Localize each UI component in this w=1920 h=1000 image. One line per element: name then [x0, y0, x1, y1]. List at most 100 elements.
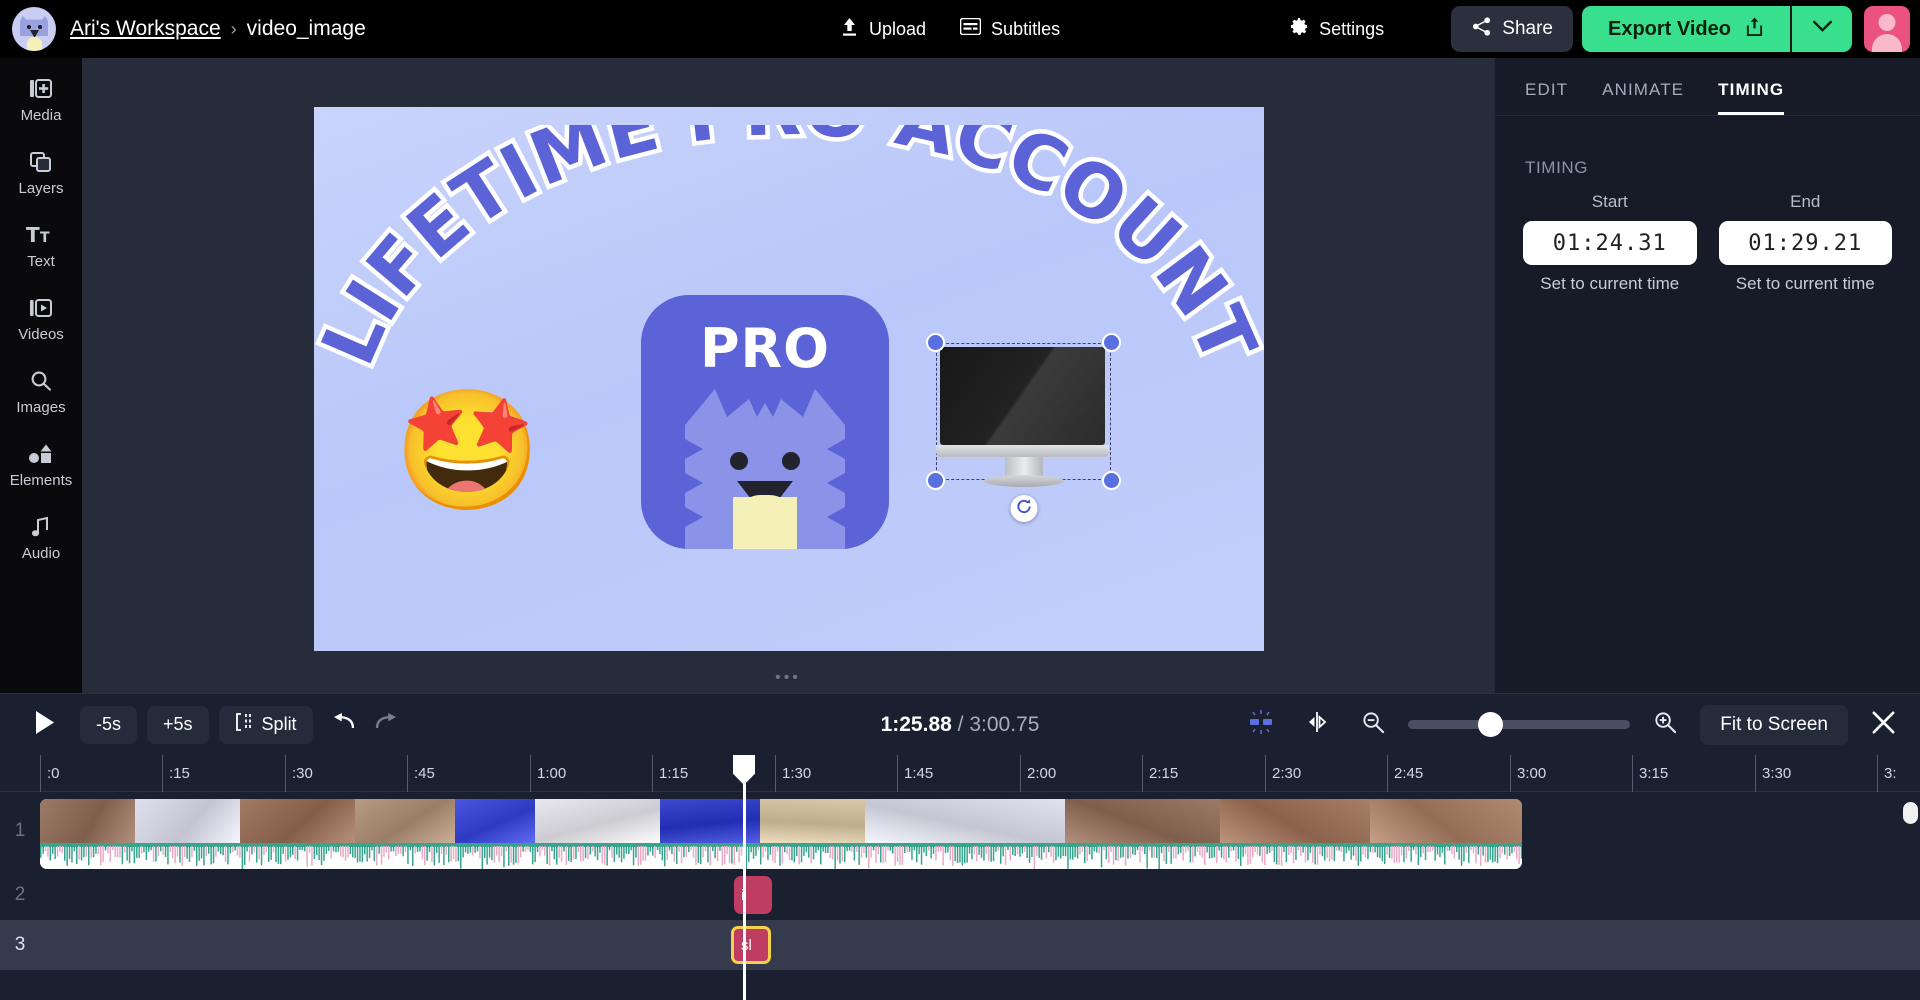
settings-label: Settings: [1319, 19, 1384, 40]
timeline-ruler[interactable]: :0:15:30:451:001:151:301:452:002:152:302…: [0, 755, 1920, 792]
end-set-current-time[interactable]: Set to current time: [1736, 274, 1875, 294]
subtitles-label: Subtitles: [991, 19, 1060, 40]
subtitles-button[interactable]: Subtitles: [948, 9, 1072, 49]
image-clip-track-3-selected[interactable]: sl: [731, 926, 771, 964]
start-set-current-time[interactable]: Set to current time: [1540, 274, 1679, 294]
zoom-out-icon: [1361, 710, 1386, 740]
resize-handle-top-left[interactable]: [926, 333, 945, 352]
ruler-tick: 3:30: [1755, 755, 1791, 792]
svg-text:T: T: [26, 224, 40, 246]
sidebar-label-images: Images: [16, 399, 65, 416]
canvas-stage: LIFETIME PRO ACCOUNT 🤩 PRO: [82, 58, 1494, 693]
timing-fields: Start Set to current time End Set to cur…: [1495, 178, 1920, 294]
clip-thumbnail: [135, 799, 240, 843]
panel-resize-handle[interactable]: •••: [775, 669, 801, 687]
undo-button[interactable]: [323, 704, 365, 746]
share-icon: [1471, 16, 1492, 43]
breadcrumb-workspace-link[interactable]: Ari's Workspace: [70, 17, 221, 41]
sidebar-item-text[interactable]: TT Text: [0, 222, 82, 270]
left-sidebar: Media Layers TT Text Videos Images Eleme…: [0, 58, 82, 693]
sidebar-item-videos[interactable]: Videos: [0, 295, 82, 343]
ruler-tick: 2:00: [1020, 755, 1056, 792]
sidebar-item-layers[interactable]: Layers: [0, 149, 82, 197]
share-button[interactable]: Share: [1451, 6, 1573, 52]
total-duration: 3:00.75: [969, 713, 1039, 736]
ruler-tick: 3:00: [1510, 755, 1546, 792]
close-icon: [1870, 709, 1897, 741]
video-clip-track-1[interactable]: [40, 799, 1522, 869]
upload-button[interactable]: Upload: [828, 9, 938, 49]
chevron-down-icon: [1812, 20, 1833, 38]
sidebar-label-elements: Elements: [10, 472, 73, 489]
pro-badge-card[interactable]: PRO: [641, 295, 889, 549]
sidebar-item-elements[interactable]: Elements: [0, 441, 82, 489]
ruler-tick: 1:15: [652, 755, 688, 792]
sidebar-label-text: Text: [27, 253, 55, 270]
text-clip-track-2[interactable]: i: [734, 876, 772, 914]
split-button[interactable]: Split: [219, 706, 313, 744]
redo-button[interactable]: [365, 704, 407, 746]
forward-5s-button[interactable]: +5s: [147, 706, 209, 744]
close-timeline-button[interactable]: [1862, 704, 1904, 746]
play-button[interactable]: [22, 703, 66, 747]
current-time: 1:25.88: [881, 713, 952, 736]
timing-section-title: TIMING: [1495, 116, 1920, 178]
rewind-5s-button[interactable]: -5s: [80, 706, 137, 744]
resize-handle-bottom-right[interactable]: [1102, 471, 1121, 490]
clip-thumbnail: [660, 799, 760, 843]
sidebar-label-media: Media: [21, 107, 62, 124]
brand-breadcrumb-group: Ari's Workspace › video_image: [0, 7, 366, 51]
split-label: Split: [262, 714, 297, 735]
tab-timing[interactable]: TIMING: [1718, 80, 1784, 115]
tab-edit[interactable]: EDIT: [1525, 80, 1568, 115]
resize-handle-top-right[interactable]: [1102, 333, 1121, 352]
star-struck-emoji[interactable]: 🤩: [394, 392, 541, 510]
monitor-stand-foot: [984, 475, 1064, 487]
zoom-slider-knob[interactable]: [1478, 712, 1503, 737]
sidebar-item-audio[interactable]: Audio: [0, 514, 82, 562]
upload-label: Upload: [869, 19, 926, 40]
tab-animate[interactable]: ANIMATE: [1602, 80, 1684, 115]
properties-tabs: EDIT ANIMATE TIMING: [1495, 58, 1920, 116]
media-add-icon: [29, 76, 53, 102]
export-group: Export Video: [1582, 6, 1852, 52]
export-video-label: Export Video: [1608, 18, 1731, 41]
text-icon: TT: [26, 222, 56, 248]
zoom-out-button[interactable]: [1352, 704, 1394, 746]
end-time-input[interactable]: [1719, 221, 1893, 265]
zoom-in-button[interactable]: [1644, 704, 1686, 746]
export-video-button[interactable]: Export Video: [1582, 6, 1790, 52]
start-time-input[interactable]: [1523, 221, 1697, 265]
user-avatar[interactable]: [1864, 6, 1910, 52]
timeline-tracks: 1 2 3 i sl: [0, 792, 1920, 1000]
monitor-chin: [936, 445, 1109, 457]
sidebar-label-audio: Audio: [22, 545, 60, 562]
zoom-slider[interactable]: [1408, 720, 1630, 729]
settings-button[interactable]: Settings: [1278, 9, 1396, 49]
track-row-2: 2: [0, 870, 1920, 920]
flip-button[interactable]: [1296, 704, 1338, 746]
fit-to-screen-button[interactable]: Fit to Screen: [1700, 705, 1848, 745]
track-number-1: 1: [0, 792, 40, 870]
timeline-scroll-thumb[interactable]: [1903, 802, 1918, 824]
snap-toggle-button[interactable]: [1240, 704, 1282, 746]
share-label: Share: [1502, 18, 1553, 40]
rotate-handle[interactable]: [1010, 495, 1037, 522]
playback-toolbar: -5s +5s Split 1:25.88 / 3:00.75: [0, 693, 1920, 755]
videos-icon: [29, 295, 53, 321]
timeline: :0:15:30:451:001:151:301:452:002:152:302…: [0, 755, 1920, 1000]
magnet-snap-icon: [1247, 710, 1275, 739]
ruler-tick: 3:15: [1632, 755, 1668, 792]
split-icon: [235, 713, 253, 736]
clip-thumbnail: [455, 799, 535, 843]
ruler-tick: 2:45: [1387, 755, 1423, 792]
clip-thumbnail: [1065, 799, 1220, 843]
start-label: Start: [1592, 192, 1628, 212]
export-options-dropdown[interactable]: [1790, 6, 1852, 52]
resize-handle-bottom-left[interactable]: [926, 471, 945, 490]
monitor-selection-group[interactable]: [936, 343, 1111, 480]
ruler-tick: 1:45: [897, 755, 933, 792]
video-preview-canvas[interactable]: LIFETIME PRO ACCOUNT 🤩 PRO: [314, 107, 1264, 651]
sidebar-item-images[interactable]: Images: [0, 368, 82, 416]
sidebar-item-media[interactable]: Media: [0, 76, 82, 124]
